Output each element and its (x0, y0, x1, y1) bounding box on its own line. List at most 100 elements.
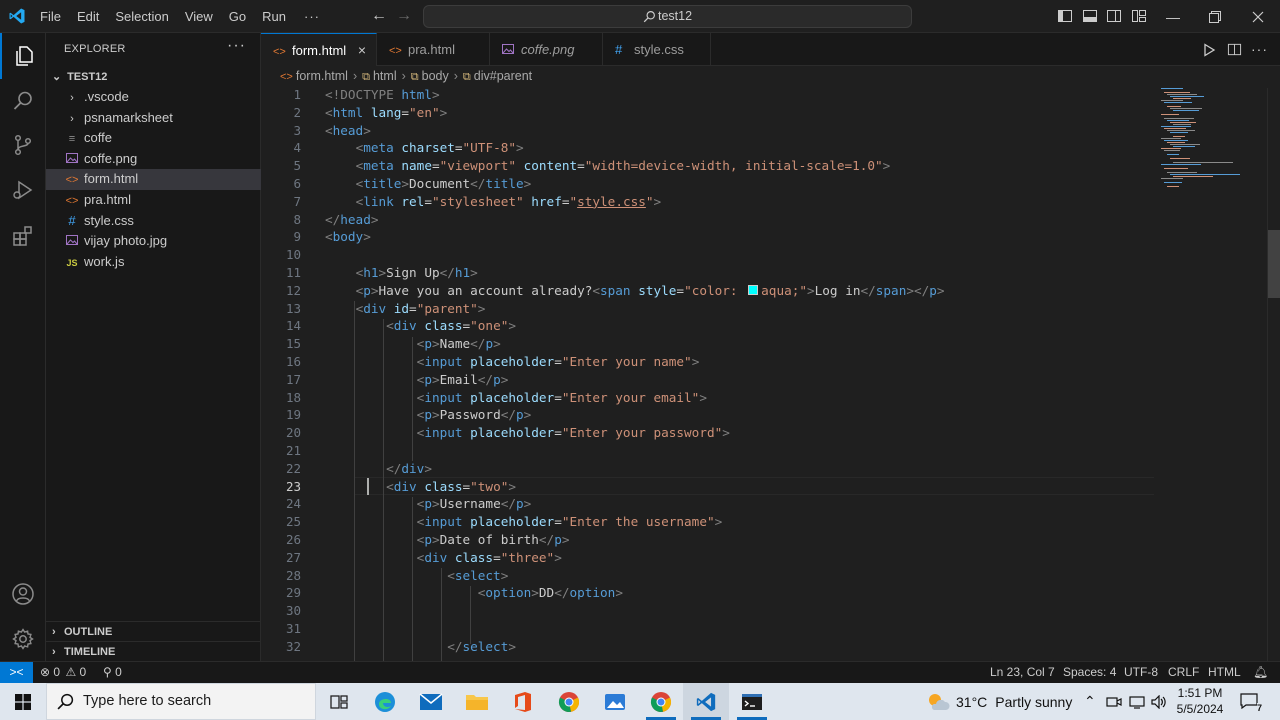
taskbar-photos[interactable] (592, 683, 638, 720)
meet-now-icon[interactable] (1106, 683, 1122, 720)
color-swatch[interactable] (748, 285, 759, 296)
tree-item-coffe-png[interactable]: coffe.png (46, 149, 261, 170)
close-window-button[interactable] (1235, 0, 1280, 33)
tab-style-css[interactable]: # style.css (603, 33, 711, 66)
eol-status[interactable]: CRLF (1168, 662, 1199, 683)
menu-edit[interactable]: Edit (69, 0, 107, 33)
code-line-29: <option>DD</option> (477, 585, 623, 601)
minimap-line (1161, 178, 1183, 179)
notifications-bell-icon[interactable]: 🔔︎ (1253, 662, 1268, 683)
run-debug-activity[interactable] (0, 167, 46, 213)
breadcrumb-div-parent[interactable]: ⧉ div#parent (463, 66, 532, 87)
line-number: 11 (285, 265, 301, 280)
encoding-status[interactable]: UTF-8 (1124, 662, 1158, 683)
taskbar-search-box[interactable]: Type here to search (46, 683, 316, 720)
tree-item-style-css[interactable]: # style.css (46, 211, 261, 232)
toggle-secondary-sidebar-icon[interactable] (1106, 8, 1122, 24)
accounts-activity[interactable] (0, 571, 46, 617)
tree-item-vscode[interactable]: › .vscode (46, 87, 261, 108)
scrollbar-thumb[interactable] (1268, 230, 1280, 298)
toggle-primary-sidebar-icon[interactable] (1057, 8, 1073, 24)
taskbar-chrome[interactable] (546, 683, 592, 720)
minimap-line (1173, 176, 1213, 177)
language-mode-status[interactable]: HTML (1208, 662, 1241, 683)
line-number: 17 (285, 371, 301, 387)
line-number: 2 (293, 104, 301, 120)
extensions-activity[interactable] (0, 213, 46, 259)
taskbar-mail[interactable] (408, 683, 454, 720)
tab-pra-html[interactable]: <> pra.html (377, 33, 490, 66)
explorer-more-button[interactable]: ··· (227, 37, 246, 55)
tab-form-html[interactable]: <> form.html × (261, 33, 377, 66)
restore-icon (1209, 10, 1221, 23)
vscode-logo-icon[interactable] (8, 7, 26, 25)
indentation-status[interactable]: Spaces: 4 (1063, 662, 1116, 683)
html-file-icon: <> (65, 174, 79, 187)
back-arrow-icon[interactable]: ← (371, 8, 387, 24)
tab-coffe-png[interactable]: coffe.png (490, 33, 603, 66)
explorer-activity[interactable] (0, 33, 46, 79)
tree-item-work-js[interactable]: JS work.js (46, 252, 261, 273)
line-number: 30 (285, 603, 301, 619)
restore-button[interactable] (1192, 0, 1238, 33)
task-view-button[interactable] (316, 683, 362, 720)
minimap[interactable] (1161, 88, 1267, 661)
tree-item-pra-html[interactable]: <> pra.html (46, 190, 261, 211)
breadcrumb-file[interactable]: <> form.html (280, 66, 348, 87)
breadcrumb-html[interactable]: ⧉ html (362, 66, 396, 87)
volume-icon[interactable] (1151, 683, 1167, 720)
js-file-icon: JS (66, 257, 78, 268)
search-icon (643, 11, 655, 23)
code-line-23: <div class="two"> (386, 478, 516, 494)
command-center-label: test12 (657, 9, 693, 23)
remote-indicator-button[interactable]: >< (0, 662, 33, 684)
notification-center-button[interactable]: 7 (1240, 683, 1262, 720)
minimize-button[interactable]: — (1150, 0, 1196, 33)
outline-section-header[interactable]: › OUTLINE (46, 621, 261, 641)
problems-status[interactable]: ⊗ 0 ⚠ 0 (40, 662, 86, 683)
image-icon (64, 150, 80, 170)
taskbar-office[interactable] (500, 683, 546, 720)
search-activity[interactable] (0, 78, 46, 124)
minimap-line (1167, 142, 1185, 143)
menu-run[interactable]: Run (254, 0, 294, 33)
menu-go[interactable]: Go (221, 0, 254, 33)
weather-widget[interactable]: 31°C Partly sunny (926, 683, 1072, 720)
tree-item-psnamarksheet[interactable]: › psnamarksheet (46, 108, 261, 129)
ports-status[interactable]: ⚲ 0 (103, 662, 122, 683)
taskbar-file-explorer[interactable] (454, 683, 500, 720)
timeline-section-header[interactable]: › TIMELINE (46, 641, 261, 661)
menu-selection[interactable]: Selection (107, 0, 176, 33)
chevron-right-icon: › (70, 112, 74, 125)
tree-item-vijay-photo[interactable]: vijay photo.jpg (46, 231, 261, 252)
run-file-icon[interactable] (1202, 43, 1216, 57)
tree-item-form-html[interactable]: <> form.html (46, 169, 261, 190)
network-icon[interactable] (1129, 683, 1145, 720)
taskbar-vscode[interactable] (683, 683, 729, 720)
editor-scrollbar[interactable] (1267, 88, 1280, 661)
start-button[interactable] (0, 683, 46, 720)
taskbar-edge[interactable] (362, 683, 408, 720)
breadcrumb-body[interactable]: ⧉ body (411, 66, 449, 87)
taskbar-chrome-profile[interactable] (638, 683, 684, 720)
menu-more[interactable]: ··· (294, 0, 330, 33)
code-editor[interactable]: 1 2 3 4 5 6 7 8 9 10 11 12 13 14 15 16 17 18 19 20 21 22 23 24 2… (261, 88, 1280, 661)
source-control-activity[interactable] (0, 122, 46, 168)
taskbar-clock[interactable]: 1:51 PM 5/5/2024 (1166, 685, 1234, 717)
toggle-panel-icon[interactable] (1082, 8, 1098, 24)
menu-file[interactable]: File (32, 0, 69, 33)
forward-arrow-icon[interactable]: → (396, 8, 412, 24)
show-hidden-icons-button[interactable]: ⌃ (1084, 683, 1096, 720)
customize-layout-icon[interactable] (1131, 8, 1147, 24)
command-center-search[interactable]: test12 (423, 5, 912, 28)
tree-item-coffe[interactable]: ≡ coffe (46, 128, 261, 149)
menu-view[interactable]: View (177, 0, 221, 33)
cursor-position-status[interactable]: Ln 23, Col 7 (990, 662, 1055, 683)
taskbar-terminal[interactable] (729, 683, 775, 720)
code-line-20: <input placeholder="Enter your password"… (416, 425, 730, 441)
editor-more-actions-icon[interactable]: ··· (1251, 33, 1268, 66)
split-editor-icon[interactable] (1227, 42, 1242, 57)
close-tab-icon[interactable]: × (358, 34, 366, 67)
workspace-folder-test12[interactable]: ⌄ TEST12 (46, 66, 261, 88)
manage-activity[interactable] (0, 616, 46, 662)
